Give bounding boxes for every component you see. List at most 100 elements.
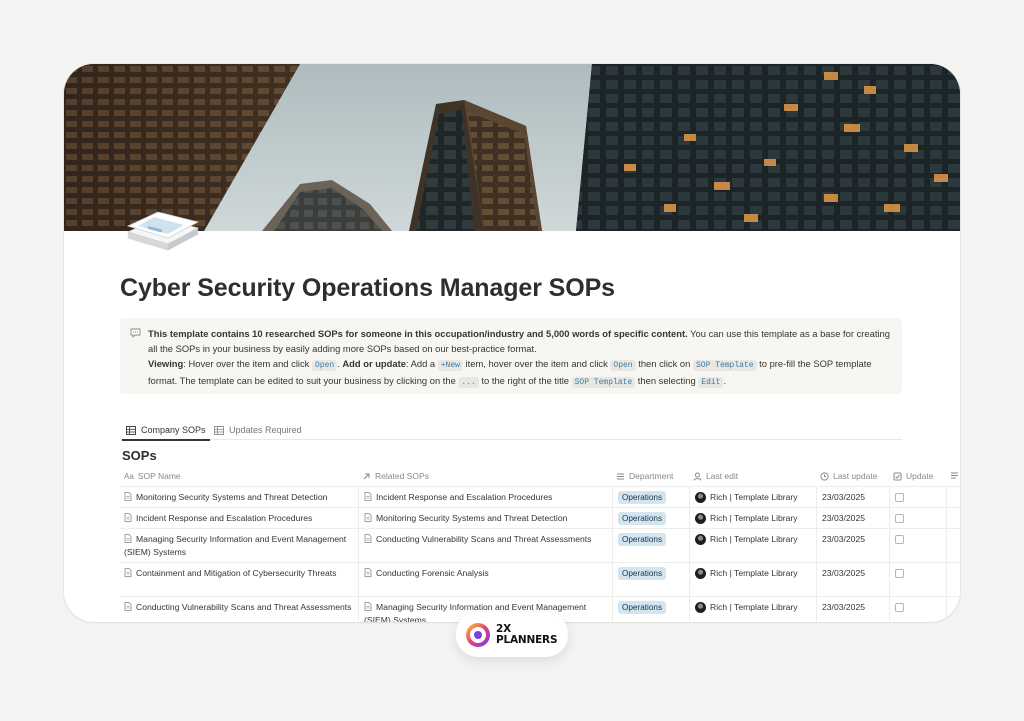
column-header-update[interactable]: Update: [893, 471, 933, 481]
last-update-date: 23/03/2025: [822, 602, 866, 612]
last-update-date: 23/03/2025: [822, 492, 866, 502]
text-property-icon: Aa: [124, 471, 134, 481]
cell-last-edit[interactable]: Rich | Template Library: [689, 597, 816, 622]
add-text-5: to the right of the title: [478, 375, 572, 386]
cell-related-sops[interactable]: Monitoring Security Systems and Threat D…: [358, 508, 612, 528]
page-icon: [124, 534, 132, 543]
cell-sop-name[interactable]: Monitoring Security Systems and Threat D…: [120, 487, 358, 507]
cell-extra: [946, 597, 960, 622]
related-sop-link[interactable]: Conducting Vulnerability Scans and Threa…: [376, 534, 591, 544]
table-icon: [126, 425, 136, 435]
department-tag: Operations: [618, 601, 667, 614]
update-checkbox[interactable]: [895, 514, 904, 523]
column-header-department[interactable]: Department: [616, 471, 673, 481]
cell-sop-name[interactable]: Conducting Vulnerability Scans and Threa…: [120, 597, 358, 622]
table-row[interactable]: Incident Response and Escalation Procedu…: [120, 507, 960, 528]
tab-updates-required[interactable]: Updates Required: [210, 420, 306, 440]
related-sop-link[interactable]: Incident Response and Escalation Procedu…: [376, 492, 552, 502]
page-icon: [364, 492, 372, 501]
2x-planners-logo-mark-icon: [466, 622, 490, 647]
related-sop-link[interactable]: Monitoring Security Systems and Threat D…: [376, 513, 567, 523]
cell-extra: [946, 508, 960, 528]
update-checkbox[interactable]: [895, 535, 904, 544]
code-open-2: Open: [610, 360, 636, 371]
cell-last-edit[interactable]: Rich | Template Library: [689, 529, 816, 562]
page-icon: [364, 602, 372, 611]
cell-update[interactable]: [889, 508, 946, 528]
page-icon: [124, 602, 132, 611]
avatar: [695, 602, 706, 613]
cell-department[interactable]: Operations: [612, 563, 689, 596]
editor-name: Rich | Template Library: [710, 602, 798, 612]
cell-sop-name[interactable]: Containment and Mitigation of Cybersecur…: [120, 563, 358, 596]
page-icon: [124, 568, 132, 577]
cell-update[interactable]: [889, 597, 946, 622]
sop-name: Containment and Mitigation of Cybersecur…: [136, 568, 337, 578]
cell-last-update[interactable]: 23/03/2025: [816, 597, 889, 622]
avatar: [695, 568, 706, 579]
column-header-last-update[interactable]: Last update: [820, 471, 877, 481]
avatar: [695, 492, 706, 503]
cell-last-edit[interactable]: Rich | Template Library: [689, 487, 816, 507]
update-checkbox[interactable]: [895, 603, 904, 612]
last-update-date: 23/03/2025: [822, 513, 866, 523]
cell-department[interactable]: Operations: [612, 487, 689, 507]
page-icon: [364, 534, 372, 543]
cell-last-update[interactable]: 23/03/2025: [816, 508, 889, 528]
add-text-3: then click on: [635, 358, 693, 369]
avatar: [695, 513, 706, 524]
brand-line-1: 2X: [496, 623, 512, 635]
cell-sop-name[interactable]: Managing Security Information and Event …: [120, 529, 358, 562]
add-text-6: then selecting: [635, 375, 699, 386]
add-text-2: item, hover over the item and click: [462, 358, 611, 369]
column-header-related-sops[interactable]: Related SOPs: [362, 471, 429, 481]
related-sop-link[interactable]: Conducting Forensic Analysis: [376, 568, 489, 578]
list-icon: [617, 473, 624, 479]
editor-name: Rich | Template Library: [710, 568, 798, 578]
cell-department[interactable]: Operations: [612, 597, 689, 622]
checkbox-property-icon: [893, 472, 902, 480]
column-header-more[interactable]: [950, 471, 959, 480]
clock-icon: [820, 471, 829, 481]
column-header-sop-name[interactable]: Aa SOP Name: [124, 471, 181, 481]
cell-related-sops[interactable]: Conducting Vulnerability Scans and Threa…: [358, 529, 612, 562]
cell-update[interactable]: [889, 529, 946, 562]
column-header-last-edit[interactable]: Last edit: [693, 471, 738, 481]
cell-related-sops[interactable]: Incident Response and Escalation Procedu…: [358, 487, 612, 507]
table-row[interactable]: Containment and Mitigation of Cybersecur…: [120, 562, 960, 596]
info-callout: This template contains 10 researched SOP…: [120, 318, 902, 394]
page-icon: [364, 568, 372, 577]
viewing-label: Viewing: [148, 358, 184, 369]
tab-company-sops[interactable]: Company SOPs: [122, 420, 210, 441]
sop-name: Monitoring Security Systems and Threat D…: [136, 492, 328, 502]
callout-intro-bold: This template contains 10 researched SOP…: [148, 328, 688, 339]
update-checkbox[interactable]: [895, 569, 904, 578]
cell-last-edit[interactable]: Rich | Template Library: [689, 563, 816, 596]
document-stack-icon: [126, 211, 200, 251]
editor-name: Rich | Template Library: [710, 492, 798, 502]
cell-last-update[interactable]: 23/03/2025: [816, 529, 889, 562]
table-row[interactable]: Monitoring Security Systems and Threat D…: [120, 486, 960, 507]
cell-sop-name[interactable]: Incident Response and Escalation Procedu…: [120, 508, 358, 528]
code-sop-template-2: SOP Template: [571, 377, 636, 388]
column-label: Related SOPs: [375, 471, 429, 481]
relation-arrow-icon: [363, 473, 370, 479]
column-label: Last update: [833, 471, 878, 481]
cell-update[interactable]: [889, 563, 946, 596]
cell-last-update[interactable]: 23/03/2025: [816, 487, 889, 507]
update-checkbox[interactable]: [895, 493, 904, 502]
cell-department[interactable]: Operations: [612, 508, 689, 528]
table-row[interactable]: Managing Security Information and Event …: [120, 528, 960, 562]
callout-period: .: [723, 375, 727, 386]
add-update-label: Add or update: [342, 358, 406, 369]
department-tag: Operations: [618, 533, 667, 546]
cell-department[interactable]: Operations: [612, 529, 689, 562]
cell-last-edit[interactable]: Rich | Template Library: [689, 508, 816, 528]
cell-related-sops[interactable]: Conducting Forensic Analysis: [358, 563, 612, 596]
database-title: SOPs: [122, 448, 157, 463]
column-label: SOP Name: [137, 471, 181, 481]
brand-line-2: PLANNERS: [496, 633, 558, 646]
cell-last-update[interactable]: 23/03/2025: [816, 563, 889, 596]
cell-update[interactable]: [889, 487, 946, 507]
brand-logo: 2X PLANNERS: [456, 612, 568, 657]
